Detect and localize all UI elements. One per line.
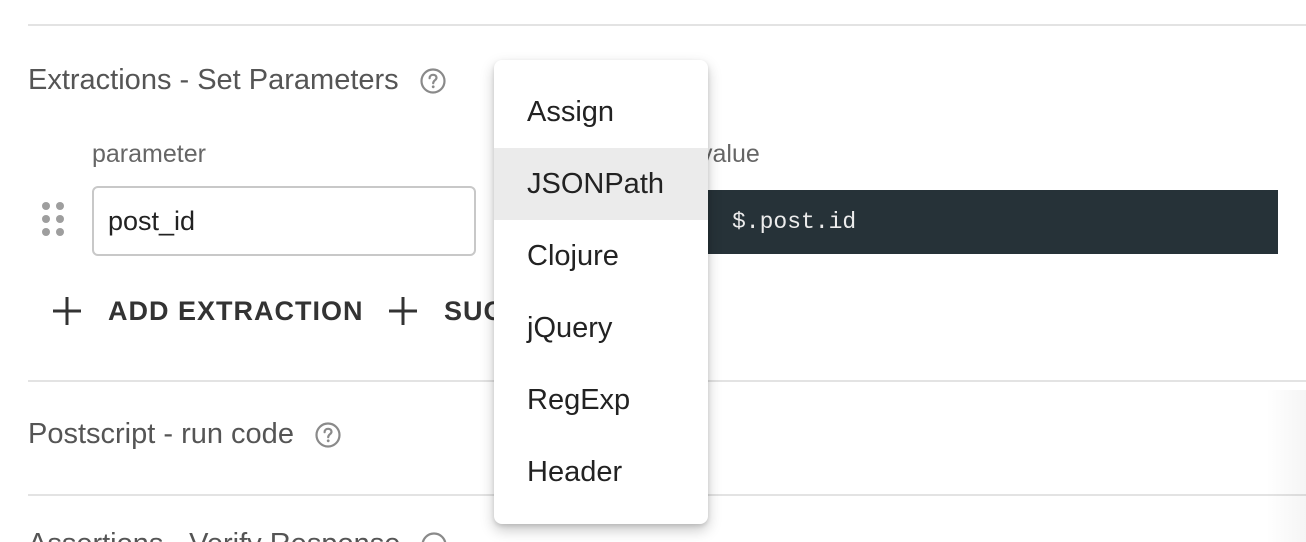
value-code-text: $.post.id — [732, 209, 857, 235]
parameter-column-label: parameter — [92, 140, 206, 168]
postscript-title-text: Postscript - run code — [28, 418, 294, 450]
add-extraction-button[interactable]: ADD EXTRACTION — [52, 288, 364, 334]
suggest-button[interactable]: SUG — [388, 288, 506, 334]
plus-icon — [389, 297, 417, 325]
menu-item-jquery[interactable]: jQuery — [494, 292, 708, 364]
menu-item-clojure[interactable]: Clojure — [494, 220, 708, 292]
plus-icon — [53, 297, 81, 325]
assertions-title-text: Assertions - Verify Response — [28, 528, 400, 542]
value-code-editor[interactable]: $.post.id — [700, 190, 1278, 254]
test-step-editor: Extractions - Set Parameters parameter v… — [0, 0, 1306, 542]
extractions-section-title: Extractions - Set Parameters — [28, 64, 447, 97]
value-column-label: value — [700, 140, 760, 168]
top-divider — [28, 24, 1306, 26]
extraction-type-menu: Assign JSONPath Clojure jQuery RegExp He… — [494, 60, 708, 524]
menu-item-assign[interactable]: Assign — [494, 76, 708, 148]
parameter-name-input[interactable]: post_id — [92, 186, 476, 256]
menu-item-jsonpath[interactable]: JSONPath — [494, 148, 708, 220]
assertions-section-title: Assertions - Verify Response — [28, 528, 448, 542]
help-icon[interactable] — [314, 421, 342, 449]
add-extraction-label: ADD EXTRACTION — [108, 295, 364, 326]
help-icon[interactable] — [419, 67, 447, 95]
menu-item-regexp[interactable]: RegExp — [494, 364, 708, 436]
postscript-section-title: Postscript - run code — [28, 418, 342, 451]
help-icon[interactable] — [420, 531, 448, 542]
drag-handle-icon[interactable] — [40, 200, 66, 238]
scroll-edge-shadow — [1266, 390, 1306, 542]
menu-item-header[interactable]: Header — [494, 436, 708, 508]
parameter-name-value: post_id — [108, 205, 196, 236]
extractions-title-text: Extractions - Set Parameters — [28, 64, 399, 96]
